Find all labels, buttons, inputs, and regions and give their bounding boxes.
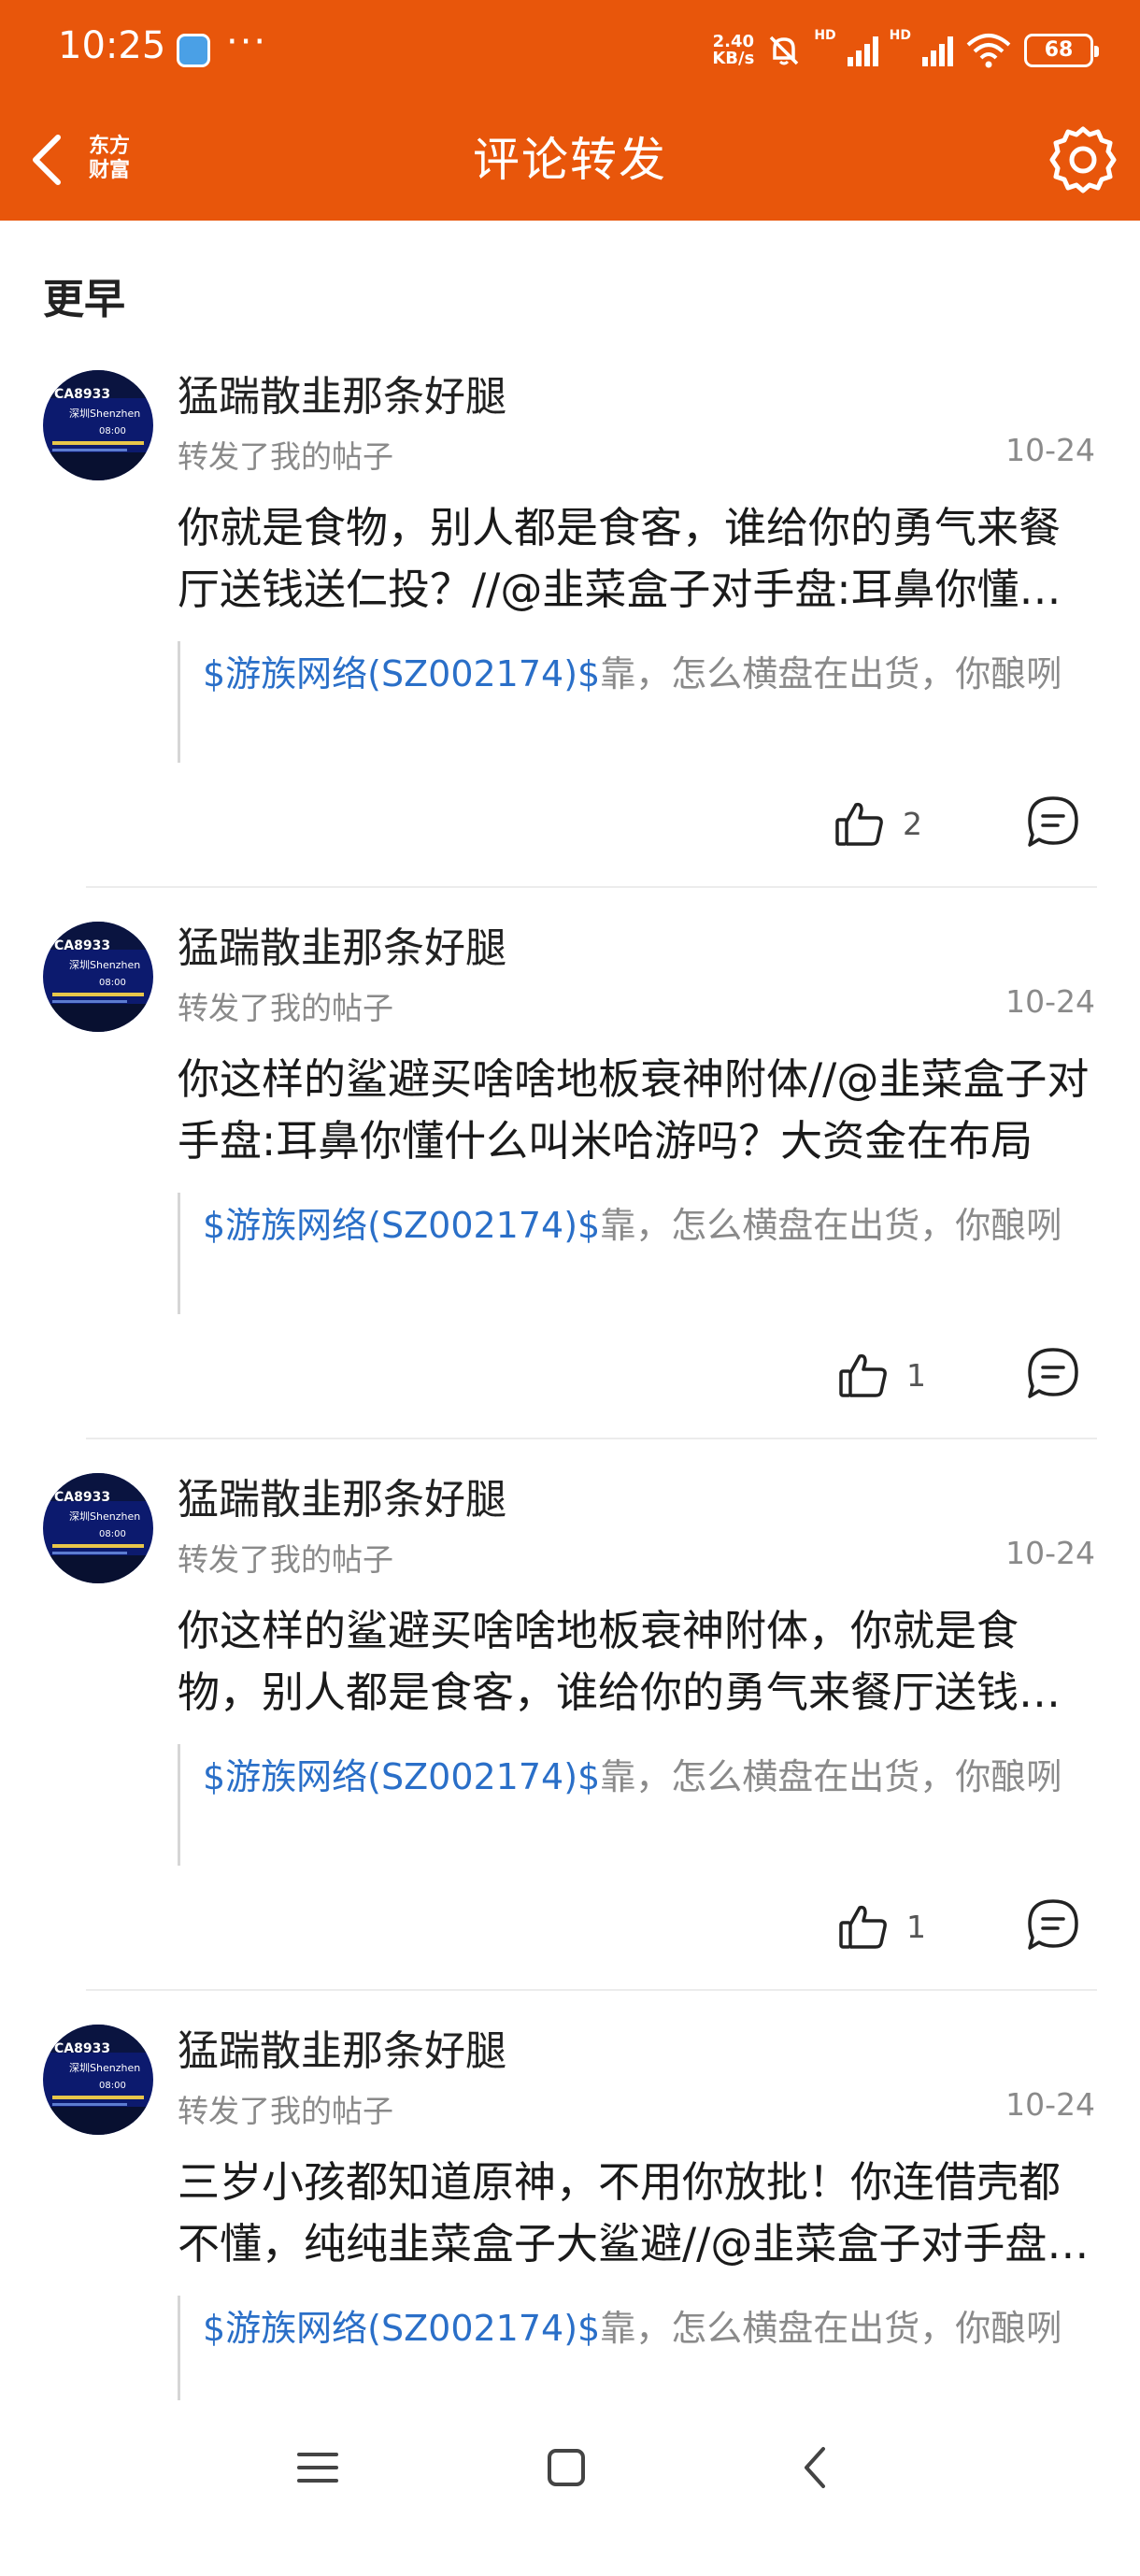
settings-button[interactable] <box>1047 123 1119 196</box>
app-header: 10:25 ··· 2.40 KB/s HD HD 68 评论转发 东方 财富 <box>0 0 1140 221</box>
divider <box>86 886 1097 888</box>
like-button[interactable]: 1 <box>837 1342 940 1408</box>
post-text[interactable]: 你就是食物，别人都是食客，谁给你的勇气来餐厅送钱送仁投？//@韭菜盒子对手盘:耳… <box>178 497 1093 621</box>
post-action-label: 转发了我的帖子 <box>178 2093 393 2129</box>
app-logo: 东方 财富 <box>78 127 140 189</box>
quoted-text: 靠，怎么横盘在出货，你酿咧 <box>600 653 1062 694</box>
svg-text:CA8933: CA8933 <box>54 387 110 402</box>
battery-indicator: 68 <box>1024 34 1099 67</box>
thumbs-up-icon <box>835 802 883 846</box>
svg-text:深圳Shenzhen: 深圳Shenzhen <box>69 408 140 420</box>
quoted-post[interactable]: $游族网络(SZ002174)$靠，怎么横盘在出货，你酿咧 <box>178 1744 1093 1866</box>
system-back-button[interactable] <box>779 2432 850 2503</box>
divider <box>86 1989 1097 1991</box>
username[interactable]: 猛踹散韭那条好腿 <box>178 922 506 976</box>
home-button[interactable] <box>531 2432 602 2503</box>
quoted-post[interactable]: $游族网络(SZ002174)$靠，怎么横盘在出货，你酿咧 <box>178 1193 1093 1314</box>
avatar-image: CA8933 深圳Shenzhen 08:00 <box>43 922 153 1032</box>
svg-text:CA8933: CA8933 <box>54 938 110 953</box>
like-count: 1 <box>906 1908 926 1945</box>
like-count: 2 <box>903 805 922 842</box>
quoted-text: 靠，怎么横盘在出货，你酿咧 <box>600 2308 1062 2349</box>
quoted-text: 靠，怎么横盘在出货，你酿咧 <box>600 1205 1062 1246</box>
post-text[interactable]: 三岁小孩都知道原神，不用你放批！你连借壳都不懂，纯纯韭菜盒子大鲨避//@韭菜盒子… <box>178 2152 1093 2275</box>
post-date: 10-24 <box>1005 432 1095 468</box>
section-title: 更早 <box>43 276 125 323</box>
status-bar: 10:25 ··· 2.40 KB/s HD HD 68 <box>0 0 1140 99</box>
post-item[interactable]: CA8933 深圳Shenzhen 08:00 猛踹散韭那条好腿 转发了我的帖子… <box>0 1473 1140 2025</box>
post-item[interactable]: CA8933 深圳Shenzhen 08:00 猛踹散韭那条好腿 转发了我的帖子… <box>0 370 1140 922</box>
system-nav-bar <box>0 2400 1140 2535</box>
avatar[interactable]: CA8933 深圳Shenzhen 08:00 <box>43 922 153 1032</box>
post-text[interactable]: 你这样的鲨避买啥啥地板衰神附体//@韭菜盒子对手盘:耳鼻你懂什么叫米哈游吗？大资… <box>178 1049 1093 1172</box>
mute-bell-icon <box>770 36 799 65</box>
chevron-left-icon <box>33 135 61 185</box>
status-time: 10:25 <box>58 24 166 67</box>
svg-text:08:00: 08:00 <box>99 426 126 436</box>
svg-text:深圳Shenzhen: 深圳Shenzhen <box>69 959 140 971</box>
stock-link[interactable]: $游族网络(SZ002174)$ <box>203 1756 600 1797</box>
svg-text:08:00: 08:00 <box>99 978 126 988</box>
avatar[interactable]: CA8933 深圳Shenzhen 08:00 <box>43 2025 153 2135</box>
svg-text:08:00: 08:00 <box>99 2081 126 2091</box>
signal-icon-2 <box>922 35 953 66</box>
stock-link[interactable]: $游族网络(SZ002174)$ <box>203 2308 600 2349</box>
like-button[interactable]: 1 <box>837 1894 940 1959</box>
status-indicators: 2.40 KB/s HD HD 68 <box>712 28 1099 73</box>
username[interactable]: 猛踹散韭那条好腿 <box>178 1473 506 1527</box>
avatar[interactable]: CA8933 深圳Shenzhen 08:00 <box>43 370 153 480</box>
notification-app-icon <box>177 34 210 67</box>
post-date: 10-24 <box>1005 983 1095 1020</box>
comment-bubble-icon <box>1028 796 1078 847</box>
signal-icon <box>847 35 878 66</box>
gear-icon <box>1049 126 1117 193</box>
avatar-image: CA8933 深圳Shenzhen 08:00 <box>43 370 153 480</box>
hd-label-2: HD <box>889 28 911 43</box>
username[interactable]: 猛踹散韭那条好腿 <box>178 2025 506 2079</box>
recent-apps-button[interactable] <box>282 2432 353 2503</box>
avatar-image: CA8933 深圳Shenzhen 08:00 <box>43 1473 153 1583</box>
avatar-image: CA8933 深圳Shenzhen 08:00 <box>43 2025 153 2135</box>
nav-bar: 评论转发 东方 财富 <box>0 99 1140 221</box>
svg-text:深圳Shenzhen: 深圳Shenzhen <box>69 1510 140 1523</box>
home-square-icon <box>548 2449 585 2486</box>
thumbs-up-icon <box>839 1905 887 1949</box>
comment-button[interactable] <box>1024 793 1082 851</box>
more-notifications-icon: ··· <box>226 21 268 64</box>
hd-label: HD <box>814 28 836 43</box>
post-action-label: 转发了我的帖子 <box>178 1541 393 1578</box>
comment-bubble-icon <box>1028 1348 1078 1398</box>
post-date: 10-24 <box>1005 2086 1095 2123</box>
menu-icon <box>297 2453 338 2483</box>
comment-button[interactable] <box>1024 1344 1082 1402</box>
post-item[interactable]: CA8933 深圳Shenzhen 08:00 猛踹散韭那条好腿 转发了我的帖子… <box>0 922 1140 1473</box>
quoted-post[interactable]: $游族网络(SZ002174)$靠，怎么横盘在出货，你酿咧 <box>178 2296 1093 2417</box>
username[interactable]: 猛踹散韭那条好腿 <box>178 370 506 424</box>
like-button[interactable]: 2 <box>834 791 936 856</box>
comment-bubble-icon <box>1028 1899 1078 1950</box>
stock-link[interactable]: $游族网络(SZ002174)$ <box>203 1205 600 1246</box>
svg-text:深圳Shenzhen: 深圳Shenzhen <box>69 2062 140 2074</box>
post-action-label: 转发了我的帖子 <box>178 990 393 1026</box>
comment-button[interactable] <box>1024 1896 1082 1953</box>
back-button[interactable] <box>19 127 75 193</box>
stock-link[interactable]: $游族网络(SZ002174)$ <box>203 653 600 694</box>
svg-text:CA8933: CA8933 <box>54 2041 110 2056</box>
wifi-icon <box>966 34 1011 68</box>
divider <box>86 1438 1097 1439</box>
svg-text:CA8933: CA8933 <box>54 1490 110 1505</box>
thumbs-up-icon <box>839 1353 887 1397</box>
post-date: 10-24 <box>1005 1535 1095 1571</box>
network-speed: 2.40 KB/s <box>712 32 755 68</box>
like-count: 1 <box>906 1356 926 1394</box>
post-text[interactable]: 你这样的鲨避买啥啥地板衰神附体，你就是食物，别人都是食客，谁给你的勇气来餐厅送钱… <box>178 1600 1093 1724</box>
svg-text:08:00: 08:00 <box>99 1529 126 1539</box>
page-title: 评论转发 <box>473 133 667 187</box>
quoted-post[interactable]: $游族网络(SZ002174)$靠，怎么横盘在出货，你酿咧 <box>178 641 1093 763</box>
chevron-left-icon <box>805 2447 825 2488</box>
post-action-label: 转发了我的帖子 <box>178 438 393 475</box>
quoted-text: 靠，怎么横盘在出货，你酿咧 <box>600 1756 1062 1797</box>
avatar[interactable]: CA8933 深圳Shenzhen 08:00 <box>43 1473 153 1583</box>
